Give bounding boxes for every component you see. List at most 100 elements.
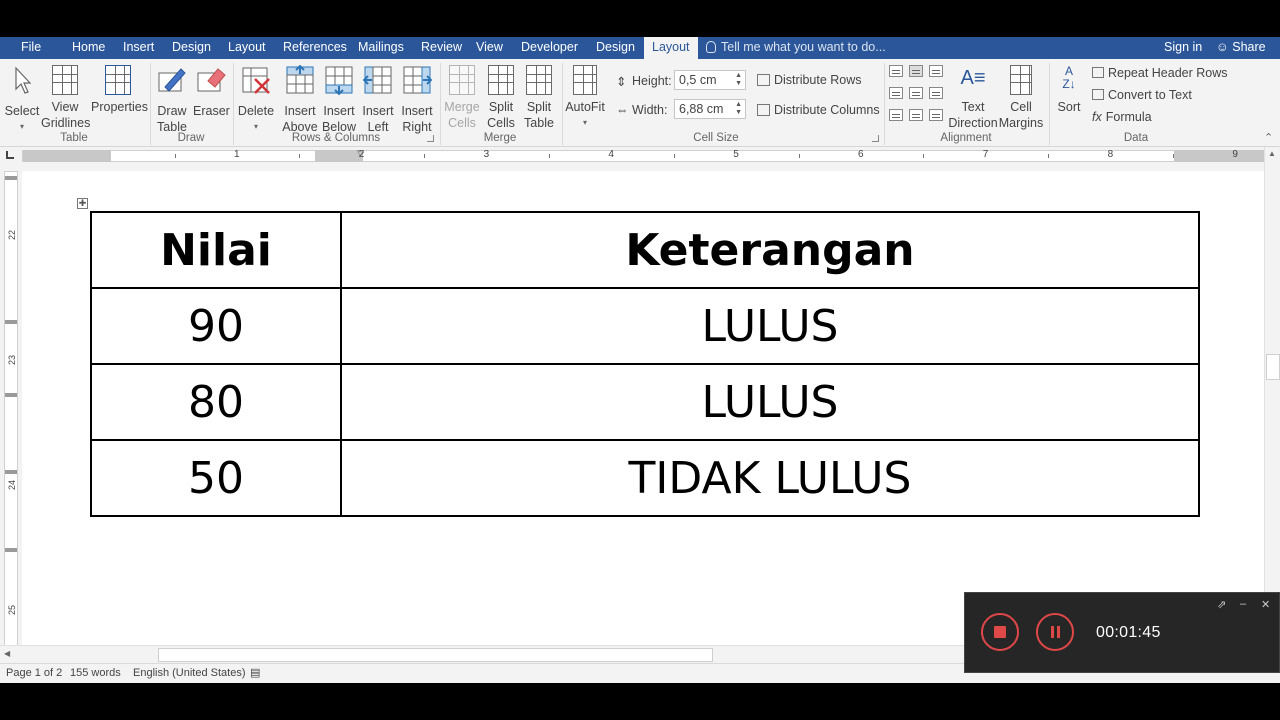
vertical-ruler: 22 23 24 25 bbox=[4, 171, 18, 663]
split-cells-icon bbox=[488, 65, 514, 95]
merge-cells-button[interactable]: Merge Cells bbox=[443, 65, 481, 131]
tab-selector-icon[interactable] bbox=[6, 151, 14, 159]
table-cell[interactable]: 50 bbox=[90, 439, 342, 517]
merge-label: Merge bbox=[444, 100, 480, 114]
header-cell-nilai[interactable]: Nilai bbox=[90, 211, 342, 289]
distribute-rows-button[interactable]: Distribute Rows bbox=[757, 73, 862, 87]
merge-cells-icon bbox=[449, 65, 475, 95]
vertical-scrollbar[interactable]: ▲ bbox=[1264, 147, 1280, 645]
distribute-rows-icon bbox=[757, 74, 770, 86]
align-center-left-icon[interactable] bbox=[889, 87, 903, 99]
spinner-arrows-icon[interactable]: ▲ ▼ bbox=[735, 72, 742, 88]
dialog-launcher-icon[interactable] bbox=[427, 135, 434, 142]
tab-design[interactable]: Design bbox=[164, 37, 219, 59]
align-bottom-left-icon[interactable] bbox=[889, 109, 903, 121]
split-table-button[interactable]: Split Table bbox=[520, 65, 558, 131]
properties-button[interactable]: Properties bbox=[91, 65, 148, 115]
height-spinner[interactable]: 0,5 cm ▲ ▼ bbox=[674, 70, 746, 90]
tab-insert[interactable]: Insert bbox=[115, 37, 162, 59]
align-top-right-icon[interactable] bbox=[929, 65, 943, 77]
view-gridlines-button[interactable]: View Gridlines bbox=[41, 65, 90, 131]
popout-icon[interactable]: ⇗ bbox=[1217, 598, 1226, 611]
document-page[interactable]: ✚ Nilai Keterangan 90 LULUS 80 LULUS 50 … bbox=[22, 171, 1264, 645]
insert-right-icon bbox=[403, 66, 433, 94]
width-value: 6,88 cm bbox=[679, 102, 724, 116]
cell-margins-button[interactable]: Cell Margins bbox=[998, 65, 1044, 131]
table-row: 80 LULUS bbox=[90, 363, 1200, 441]
tab-table-design[interactable]: Design bbox=[588, 37, 643, 59]
align-center-icon[interactable] bbox=[909, 87, 923, 99]
eraser-button[interactable]: Eraser bbox=[193, 65, 230, 119]
distribute-columns-button[interactable]: Distribute Columns bbox=[757, 103, 880, 117]
macro-record-icon[interactable]: ▤ bbox=[250, 666, 260, 679]
width-spinner[interactable]: 6,88 cm ▲ ▼ bbox=[674, 99, 746, 119]
insert-below-icon bbox=[325, 66, 353, 96]
repeat-header-rows-button[interactable]: Repeat Header Rows bbox=[1092, 66, 1228, 80]
pause-recording-button[interactable] bbox=[1036, 613, 1074, 651]
word-count[interactable]: 155 words bbox=[70, 667, 121, 679]
horizontal-ruler: 123456789 ▽ bbox=[0, 147, 1264, 171]
insert-label: Insert bbox=[323, 104, 355, 118]
text-direction-button[interactable]: A≡ Text Direction bbox=[946, 65, 1000, 131]
spinner-arrows-icon[interactable]: ▲ ▼ bbox=[735, 101, 742, 117]
ruler-tick bbox=[424, 154, 426, 158]
menu-bar: File Home Insert Design Layout Reference… bbox=[0, 37, 1280, 59]
minimize-icon[interactable]: – bbox=[1240, 598, 1246, 610]
dialog-launcher-icon[interactable] bbox=[872, 135, 879, 142]
formula-button[interactable]: fx Formula bbox=[1092, 110, 1152, 124]
header-cell-keterangan[interactable]: Keterangan bbox=[340, 211, 1200, 289]
tab-file[interactable]: File bbox=[13, 37, 49, 59]
page-count[interactable]: Page 1 of 2 bbox=[6, 667, 62, 679]
sort-button[interactable]: A Z↓ Sort bbox=[1052, 65, 1086, 115]
convert-to-text-label: Convert to Text bbox=[1108, 88, 1192, 102]
tell-me-box[interactable]: Tell me what you want to do... bbox=[706, 37, 886, 59]
delete-button[interactable]: Delete ▾ bbox=[237, 65, 275, 135]
table-cell[interactable]: 80 bbox=[90, 363, 342, 441]
indent-marker-icon[interactable]: ▽ bbox=[357, 148, 364, 159]
view-label: View bbox=[51, 100, 79, 114]
align-bottom-center-icon[interactable] bbox=[909, 109, 923, 121]
close-icon[interactable]: ✕ bbox=[1261, 598, 1270, 611]
tab-layout[interactable]: Layout bbox=[220, 37, 274, 59]
ruler-mark bbox=[5, 470, 17, 474]
table-move-handle-icon[interactable]: ✚ bbox=[77, 198, 88, 209]
convert-to-text-button[interactable]: Convert to Text bbox=[1092, 88, 1192, 102]
align-bottom-right-icon[interactable] bbox=[929, 109, 943, 121]
table-cell[interactable]: LULUS bbox=[340, 287, 1200, 365]
insert-left-button[interactable]: Insert Left bbox=[359, 65, 397, 135]
tab-mailings[interactable]: Mailings bbox=[350, 37, 412, 59]
tab-view[interactable]: View bbox=[468, 37, 511, 59]
draw-table-button[interactable]: Draw Table bbox=[154, 65, 190, 135]
align-top-left-icon[interactable] bbox=[889, 65, 903, 77]
screen-recorder-panel: ⇗ – ✕ 00:01:45 bbox=[964, 592, 1280, 673]
insert-above-button[interactable]: Insert Above bbox=[281, 64, 319, 135]
scroll-thumb[interactable] bbox=[158, 648, 713, 662]
data-table[interactable]: Nilai Keterangan 90 LULUS 80 LULUS 50 TI… bbox=[90, 211, 1200, 517]
tab-references[interactable]: References bbox=[275, 37, 355, 59]
scroll-thumb[interactable] bbox=[1266, 354, 1280, 380]
stop-recording-button[interactable] bbox=[981, 613, 1019, 651]
language-indicator[interactable]: English (United States) bbox=[133, 667, 246, 679]
autofit-button[interactable]: AutoFit ▾ bbox=[564, 65, 606, 131]
scroll-up-icon[interactable]: ▲ bbox=[1268, 149, 1276, 158]
scroll-left-icon[interactable]: ◀ bbox=[4, 649, 10, 658]
split-table-label: Table bbox=[524, 116, 554, 130]
ruler-column-marker[interactable] bbox=[315, 150, 363, 162]
share-label: Share bbox=[1232, 40, 1266, 54]
tab-developer[interactable]: Developer bbox=[513, 37, 586, 59]
select-button[interactable]: Select ▾ bbox=[4, 65, 40, 135]
table-cell[interactable]: LULUS bbox=[340, 363, 1200, 441]
align-center-right-icon[interactable] bbox=[929, 87, 943, 99]
tab-table-layout[interactable]: Layout bbox=[644, 37, 698, 59]
table-cell[interactable]: 90 bbox=[90, 287, 342, 365]
tab-review[interactable]: Review bbox=[413, 37, 470, 59]
align-top-center-icon[interactable] bbox=[909, 65, 923, 77]
tab-home[interactable]: Home bbox=[64, 37, 113, 59]
split-cells-button[interactable]: Split Cells bbox=[482, 65, 520, 131]
collapse-ribbon-icon[interactable]: ⌃ bbox=[1264, 131, 1273, 144]
table-cell[interactable]: TIDAK LULUS bbox=[340, 439, 1200, 517]
sign-in-link[interactable]: Sign in bbox=[1164, 37, 1202, 58]
insert-right-button[interactable]: Insert Right bbox=[398, 65, 436, 135]
insert-below-button[interactable]: Insert Below bbox=[320, 65, 358, 135]
share-button[interactable]: ☺ Share bbox=[1216, 37, 1266, 58]
